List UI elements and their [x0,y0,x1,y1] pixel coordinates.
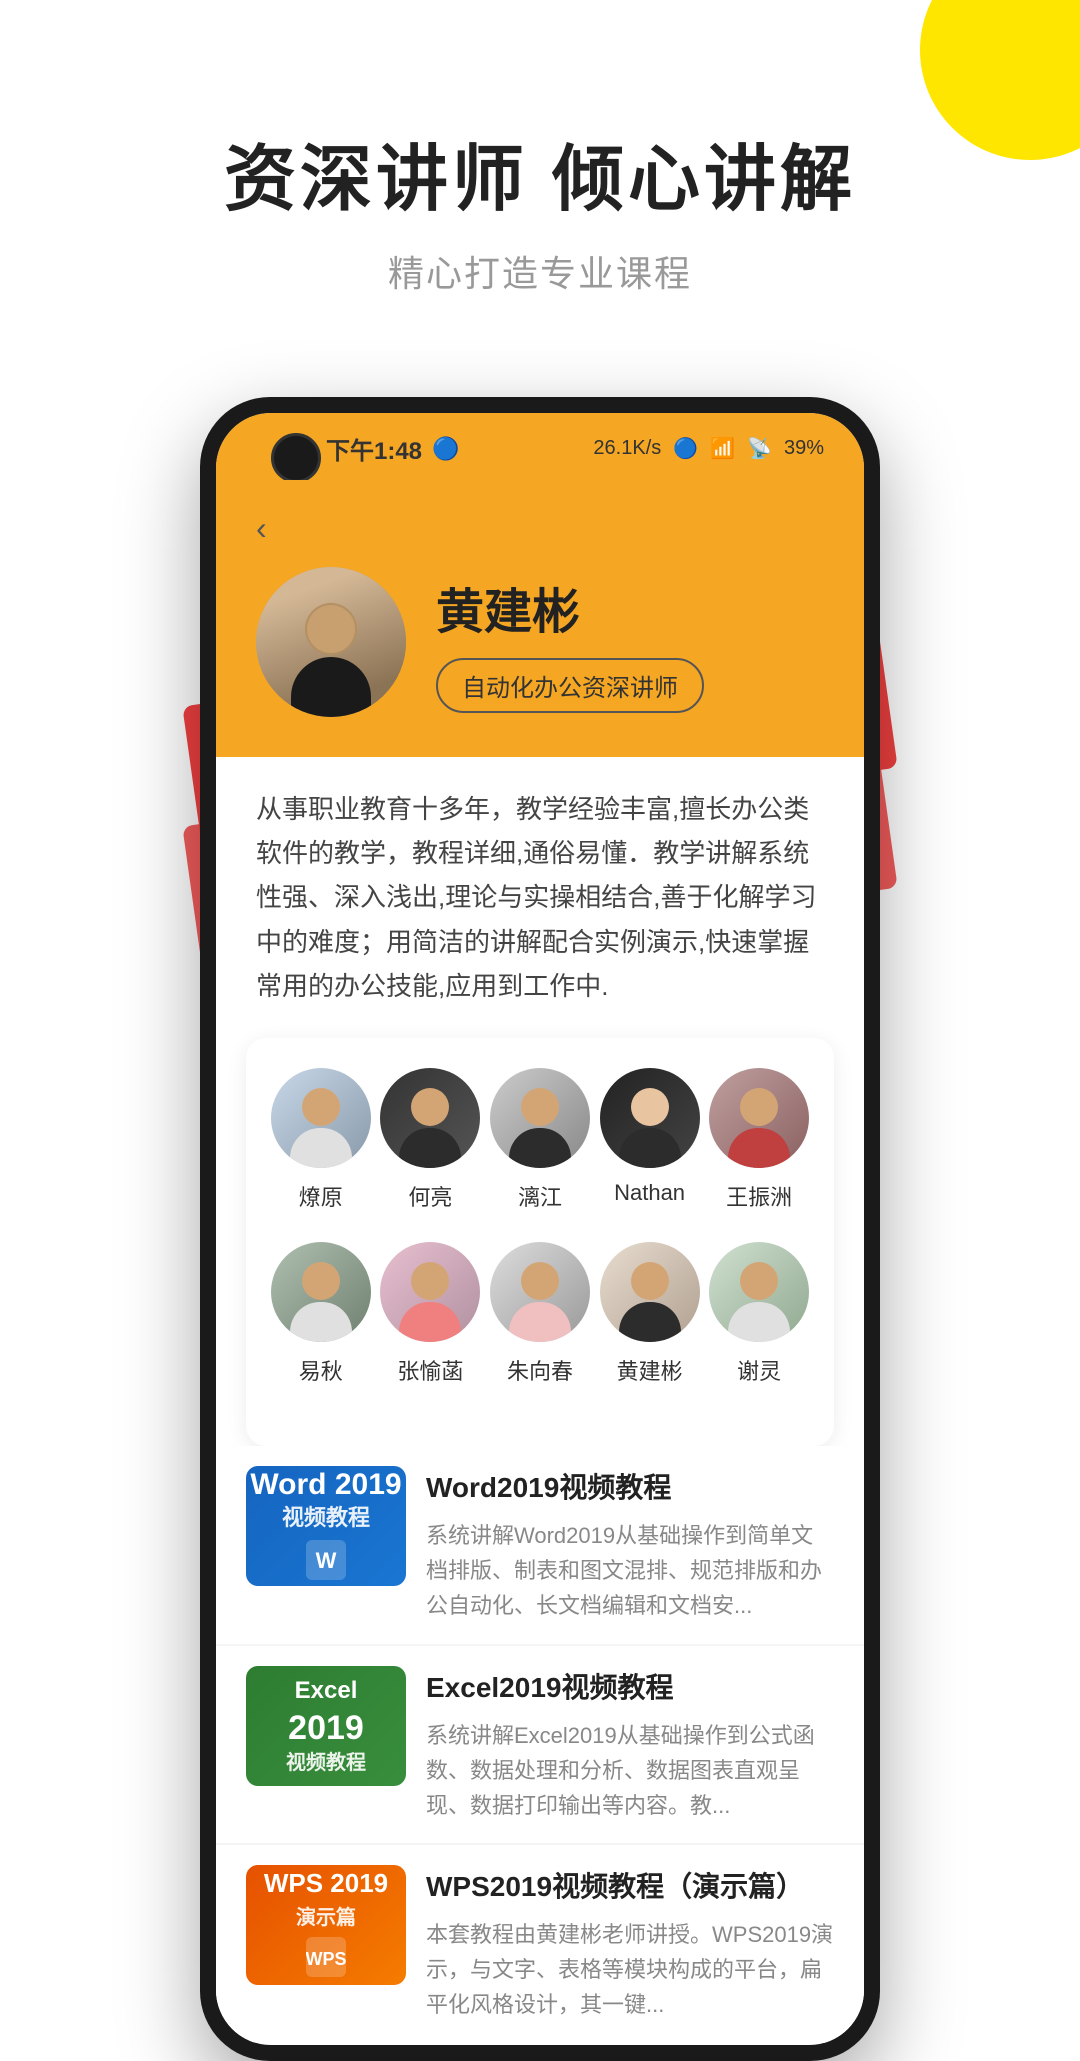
svg-text:W: W [316,1548,337,1573]
course-thumb-wps: WPS 2019 演示篇 WPS [246,1865,406,1985]
teacher-title-badge: 自动化办公资深讲师 [436,658,704,713]
instructor-name-zhangyuhan: 张愉菡 [397,1354,463,1386]
instructor-avatar-wangzhenzhou [709,1068,809,1168]
camera-notch [271,433,321,483]
instructor-item-heliang[interactable]: 何亮 [376,1068,486,1212]
network-speed: 26.1K/s [593,437,661,460]
signal-icon: 📶 [710,436,735,461]
course-item-excel[interactable]: Excel 2019 视频教程 Excel2019视频教程 系统讲解Excel2… [216,1646,864,1844]
instructor-row-2: 易秋 张愉菡 [266,1242,814,1386]
instructor-item-yiqiu[interactable]: 易秋 [266,1242,376,1386]
instructor-name-yiqiu: 易秋 [299,1354,343,1386]
instructor-item-nathan[interactable]: Nathan [595,1068,705,1212]
instructor-item-huangjianbin2[interactable]: 黄建彬 [595,1242,705,1386]
status-bar-right: 26.1K/s 🔵 📶 📡 39% [593,436,824,461]
instructor-name-wangzhenzhou: 王振洲 [726,1180,792,1212]
instructor-name-nathan: Nathan [614,1180,685,1206]
instructor-name-xieling: 谢灵 [737,1354,781,1386]
instructor-avatar-nathan [600,1068,700,1168]
teacher-info: 黄建彬 自动化办公资深讲师 [256,567,824,717]
phone-screen: 下午1:48 🔵 26.1K/s 🔵 📶 📡 39% ‹ [216,413,864,2045]
course-thumb-excel: Excel 2019 视频教程 [246,1666,406,1786]
instructor-item-zhangyuhan[interactable]: 张愉菡 [376,1242,486,1386]
instructor-row-1: 燎原 何亮 [266,1068,814,1212]
instructor-avatar-xieling [709,1242,809,1342]
instructor-avatar-huangjianbin2 [600,1242,700,1342]
teacher-avatar-image [256,567,406,717]
course-desc-excel: 系统讲解Excel2019从基础操作到公式函数、数据处理和分析、数据图表直观呈现… [426,1718,834,1824]
course-desc-word: 系统讲解Word2019从基础操作到简单文档排版、制表和图文混排、规范排版和办公… [426,1518,834,1624]
instructor-name-liaoyuan: 燎原 [299,1180,343,1212]
instructor-name-heliang: 何亮 [408,1180,452,1212]
instructor-avatar-liaoyuan [271,1068,371,1168]
phone-frame: 下午1:48 🔵 26.1K/s 🔵 📶 📡 39% ‹ [200,397,880,2061]
hero-subtitle: 精心打造专业课程 [60,245,1020,297]
status-indicator: 🔵 [432,436,459,462]
teacher-name-block: 黄建彬 自动化办公资深讲师 [436,572,704,713]
instructor-name-huangjianbin2: 黄建彬 [617,1354,683,1386]
instructor-avatar-heliang [380,1068,480,1168]
instructor-item-zhuxiangchun[interactable]: 朱向春 [485,1242,595,1386]
course-item-word[interactable]: Word 2019 视频教程 W Word2019视频教程 [216,1446,864,1644]
back-button[interactable]: ‹ [256,510,824,547]
bluetooth-icon: 🔵 [673,436,698,461]
instructor-avatar-zhangyuhan [380,1242,480,1342]
course-desc-wps: 本套教程由黄建彬老师讲授。WPS2019演示，与文字、表格等模块构成的平台，扁平… [426,1917,834,2023]
instructor-avatar-zhuxiangchun [490,1242,590,1342]
hero-section: 资深讲师 倾心讲解 精心打造专业课程 [0,0,1080,357]
course-title-wps: WPS2019视频教程（演示篇） [426,1865,834,1905]
instructor-name-zhuxiangchun: 朱向春 [507,1354,573,1386]
instructor-grid: 燎原 何亮 [246,1038,834,1446]
instructor-avatar-lijiang [490,1068,590,1168]
teacher-description: 从事职业教育十多年，教学经验丰富,擅长办公类软件的教学，教程详细,通俗易懂．教学… [216,757,864,1038]
course-thumb-word: Word 2019 视频教程 W [246,1466,406,1586]
svg-text:WPS: WPS [306,1949,346,1969]
instructor-item-wangzhenzhou[interactable]: 王振洲 [704,1068,814,1212]
course-item-wps[interactable]: WPS 2019 演示篇 WPS WPS2019视频教程（演示篇） [216,1845,864,2043]
battery-percent: 39% [784,437,824,460]
course-list: Word 2019 视频教程 W Word2019视频教程 [216,1446,864,2043]
status-time: 下午1:48 [326,431,422,466]
instructor-avatar-yiqiu [271,1242,371,1342]
wifi-icon: 📡 [747,436,772,461]
instructor-item-xieling[interactable]: 谢灵 [704,1242,814,1386]
course-info-word: Word2019视频教程 系统讲解Word2019从基础操作到简单文档排版、制表… [426,1466,834,1624]
course-title-word: Word2019视频教程 [426,1466,834,1506]
instructor-item-lijiang[interactable]: 漓江 [485,1068,595,1212]
course-title-excel: Excel2019视频教程 [426,1666,834,1706]
instructor-name-lijiang: 漓江 [518,1180,562,1212]
phone-mockup: 下午1:48 🔵 26.1K/s 🔵 📶 📡 39% ‹ [0,397,1080,2061]
teacher-profile-section: ‹ 黄建彬 自动化办公资深讲师 [216,480,864,757]
course-info-wps: WPS2019视频教程（演示篇） 本套教程由黄建彬老师讲授。WPS2019演示，… [426,1865,834,2023]
hero-title: 资深讲师 倾心讲解 [60,120,1020,225]
teacher-name: 黄建彬 [436,572,704,642]
course-info-excel: Excel2019视频教程 系统讲解Excel2019从基础操作到公式函数、数据… [426,1666,834,1824]
status-bar: 下午1:48 🔵 26.1K/s 🔵 📶 📡 39% [216,413,864,480]
teacher-avatar [256,567,406,717]
instructor-item-liaoyuan[interactable]: 燎原 [266,1068,376,1212]
